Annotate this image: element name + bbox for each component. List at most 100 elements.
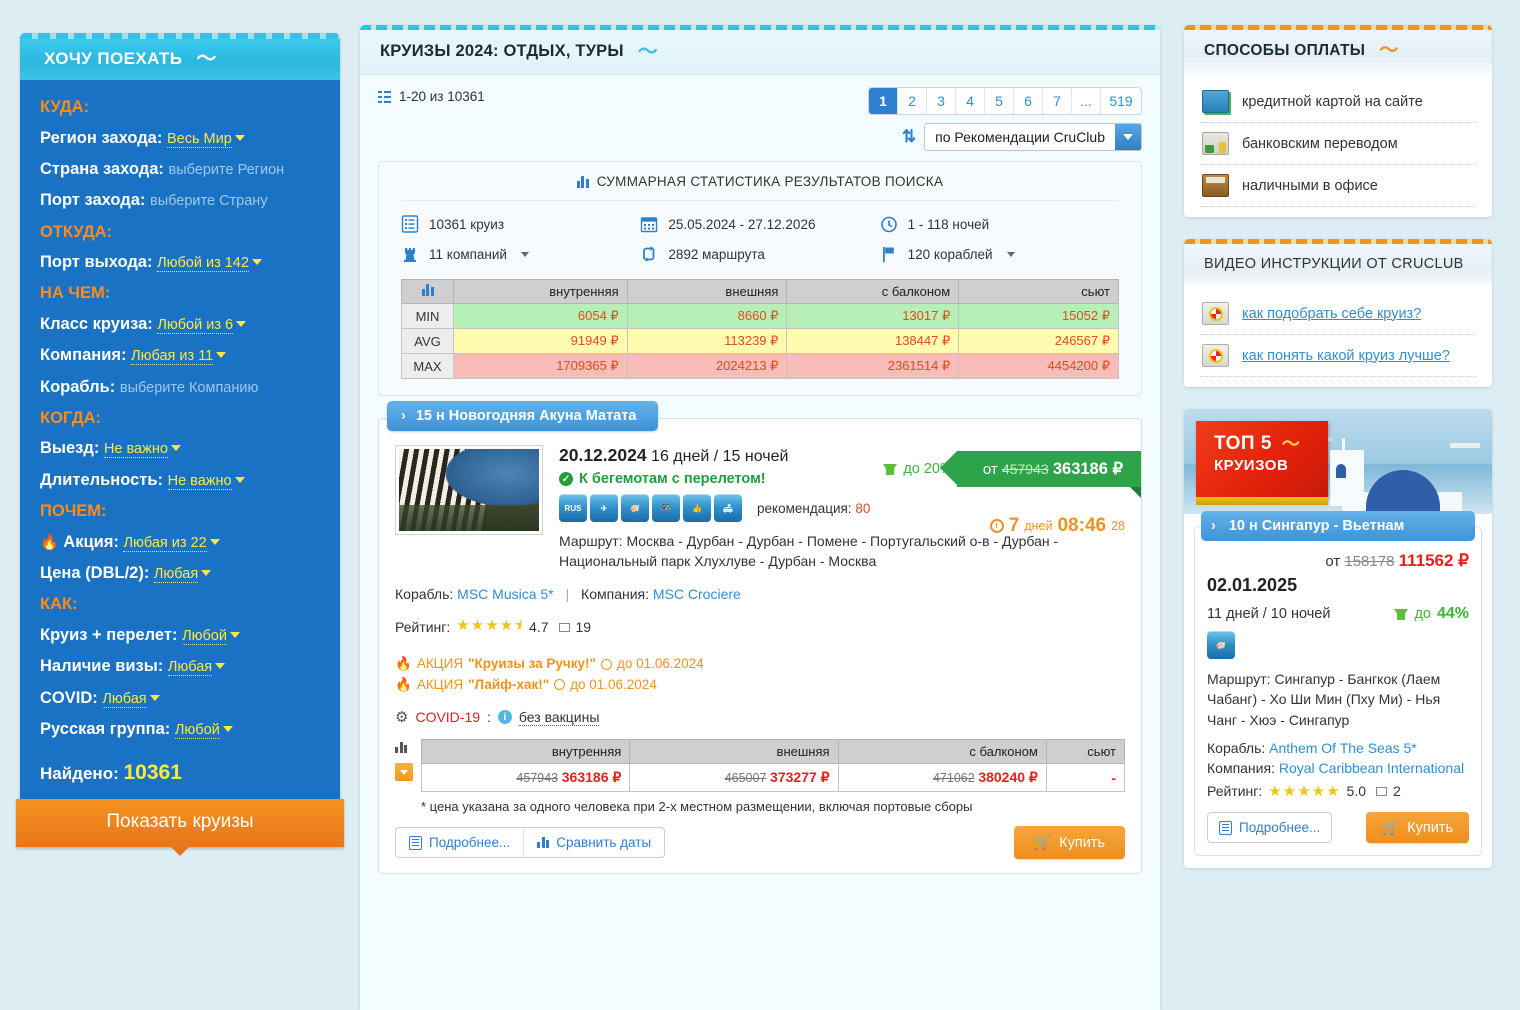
recommendation-label: рекомендация: (757, 500, 852, 516)
filter-value-departure-date[interactable]: Не важно (103, 441, 168, 459)
page-button-4[interactable]: 4 (956, 88, 985, 114)
ship-link[interactable]: MSC Musica 5* (457, 586, 553, 602)
page-button-7[interactable]: 7 (1043, 88, 1072, 114)
filter-value-price[interactable]: Любая (153, 566, 199, 584)
clock-icon (554, 679, 566, 691)
cruise-promo-title: К бегемотам с перелетом! (579, 471, 766, 487)
covid-value[interactable]: без вакцины (518, 709, 600, 726)
row-label: MIN (401, 303, 454, 329)
page-button-1[interactable]: 1 (869, 88, 898, 114)
filter-cruise-plus-flight: Круиз + перелет: Любой (40, 620, 322, 651)
payment-panel-body: кредитной картой на сайте банковским пер… (1184, 73, 1492, 217)
buy-label: Купить (1407, 819, 1453, 836)
video-link-how-to-choose[interactable]: как подобрать себе круиз? (1200, 293, 1476, 335)
top5-cruise-title-tab[interactable]: › 10 н Сингапур - Вьетнам (1201, 511, 1475, 541)
chevron-down-icon[interactable] (1006, 251, 1015, 257)
filter-value-covid[interactable]: Любая (102, 690, 147, 708)
promo-name[interactable]: "Круизы за Ручку!" (468, 654, 596, 675)
piggy-bank-icon[interactable]: 🐖 (1207, 631, 1235, 659)
more-details-button[interactable]: Подробнее... (396, 828, 525, 858)
chevron-down-icon[interactable] (251, 259, 262, 266)
sofa-icon[interactable]: 🛋 (714, 494, 742, 522)
video-link-which-is-better[interactable]: как понять какой круиз лучше? (1200, 335, 1476, 377)
rating-count[interactable]: 2 (1393, 783, 1401, 799)
chevron-down-icon[interactable] (234, 134, 245, 141)
filter-value-cruise-class[interactable]: Любой из 6 (157, 316, 234, 334)
promo-name[interactable]: "Лайф-хак!" (468, 675, 549, 696)
price-new: 111562 ₽ (1398, 551, 1469, 570)
chevron-down-icon[interactable] (234, 476, 245, 483)
rus-group-icon[interactable]: RUS (559, 494, 587, 522)
rating-count[interactable]: 19 (576, 619, 592, 635)
stat-ships[interactable]: 120 кораблей (880, 245, 1119, 263)
chevron-down-icon[interactable] (201, 570, 212, 577)
filter-value-company[interactable]: Любая из 11 (131, 348, 214, 366)
filter-value-region-arrival[interactable]: Весь Мир (166, 130, 232, 148)
airplane-icon[interactable]: ✈ (590, 494, 618, 522)
filter-company: Компания: Любая из 11 (40, 340, 322, 371)
piggy-bank-icon[interactable]: 🐖 (621, 494, 649, 522)
chevron-down-icon[interactable] (216, 352, 227, 359)
page-button-last[interactable]: 519 (1101, 88, 1141, 114)
cabin-price-inside[interactable]: 457943 363186 ₽ (420, 763, 631, 793)
ship-label: Корабль: (395, 585, 454, 602)
video-link-label[interactable]: как подобрать себе круиз? (1242, 306, 1421, 322)
chevron-down-icon[interactable] (222, 725, 233, 732)
table-header-row: внутренняя внешняя с балконом сьют (420, 739, 1126, 765)
thumbs-up-icon[interactable]: 👍 (683, 494, 711, 522)
cruise-title-tab[interactable]: › 15 н Новогодняя Акуна Матата (387, 401, 659, 431)
chevron-down-icon[interactable] (520, 251, 529, 257)
filter-value-promotion[interactable]: Любая из 22 (123, 534, 207, 552)
price-new: 373277 ₽ (770, 769, 830, 786)
compare-dates-button[interactable]: Сравнить даты (524, 828, 664, 857)
page-button-5[interactable]: 5 (985, 88, 1014, 114)
video-link-label[interactable]: как понять какой круиз лучше? (1242, 348, 1450, 364)
sort-select[interactable]: по Рекомендации CruClub (924, 123, 1142, 151)
payment-method-label: банковским переводом (1242, 135, 1398, 152)
cabin-price-balcony[interactable]: 471062 380240 ₽ (837, 763, 1047, 793)
company-link[interactable]: MSC Crociere (653, 586, 741, 602)
page-button-6[interactable]: 6 (1014, 88, 1043, 114)
sort-arrows-icon[interactable]: ⇅ (902, 127, 916, 147)
payment-method-bank-transfer[interactable]: банковским переводом (1200, 123, 1476, 165)
chevron-down-icon[interactable] (236, 320, 247, 327)
buy-button[interactable]: 🛒 Купить (1013, 826, 1125, 860)
cruise-promotions: 🔥 АКЦИЯ "Круизы за Ручку!" до 01.06.2024… (395, 654, 1125, 696)
company-link[interactable]: Royal Caribbean International (1279, 760, 1464, 776)
show-cruises-button[interactable]: Показать круизы (16, 799, 344, 857)
chevron-down-icon[interactable] (215, 663, 226, 670)
filter-value-russian-group[interactable]: Любой (174, 721, 220, 739)
filter-value-duration[interactable]: Не важно (167, 472, 232, 490)
payment-method-credit-card[interactable]: кредитной картой на сайте (1200, 81, 1476, 123)
chevron-down-icon[interactable] (209, 538, 220, 545)
chevron-down-icon[interactable] (1115, 124, 1141, 150)
payment-method-cash[interactable]: наличными в офисе (1200, 165, 1476, 207)
cell-max-inside: 1709365 ₽ (453, 353, 628, 379)
filter-group-when: КОГДА: (40, 408, 102, 427)
covid-info-row: ⚙ COVID-19 : i без вакцины (395, 708, 1125, 726)
ship-link[interactable]: Anthem Of The Seas 5* (1269, 740, 1417, 756)
chevron-down-icon[interactable] (229, 631, 240, 638)
page-button-3[interactable]: 3 (927, 88, 956, 114)
filter-russian-group: Русская группа: Любой (40, 714, 322, 745)
lifebuoy-icon (1202, 302, 1229, 325)
page-button-2[interactable]: 2 (898, 88, 927, 114)
filter-value-port-departure[interactable]: Любой из 142 (157, 255, 249, 273)
expand-prices-button[interactable] (395, 763, 413, 782)
filter-value-cruise-plus-flight[interactable]: Любой (182, 627, 227, 645)
filter-value-visa[interactable]: Любая (167, 659, 213, 677)
cabin-price-outside[interactable]: 465007 373277 ₽ (629, 763, 839, 793)
cruise-ship-company-line: Корабль: MSC Musica 5* | Компания: MSC C… (395, 586, 1125, 602)
company-label: Компания: (1207, 760, 1275, 777)
pagination[interactable]: 1 2 3 4 5 6 7 ... 519 (868, 87, 1142, 115)
top5-more-details-button[interactable]: Подробнее... (1207, 812, 1333, 844)
info-icon[interactable]: i (497, 710, 512, 725)
stat-companies[interactable]: 11 компаний (401, 245, 640, 263)
chevron-down-icon[interactable] (170, 445, 181, 452)
statistics-grid: 10361 круиз 25.05.2024 - 27.12.2026 1 - … (401, 201, 1119, 263)
chevron-right-icon: › (1211, 518, 1216, 534)
family-wedding-icon[interactable]: 👫 (652, 494, 680, 522)
cruise-thumbnail[interactable] (395, 445, 543, 535)
top5-buy-button[interactable]: 🛒 Купить (1365, 812, 1469, 844)
chevron-down-icon[interactable] (149, 694, 160, 701)
